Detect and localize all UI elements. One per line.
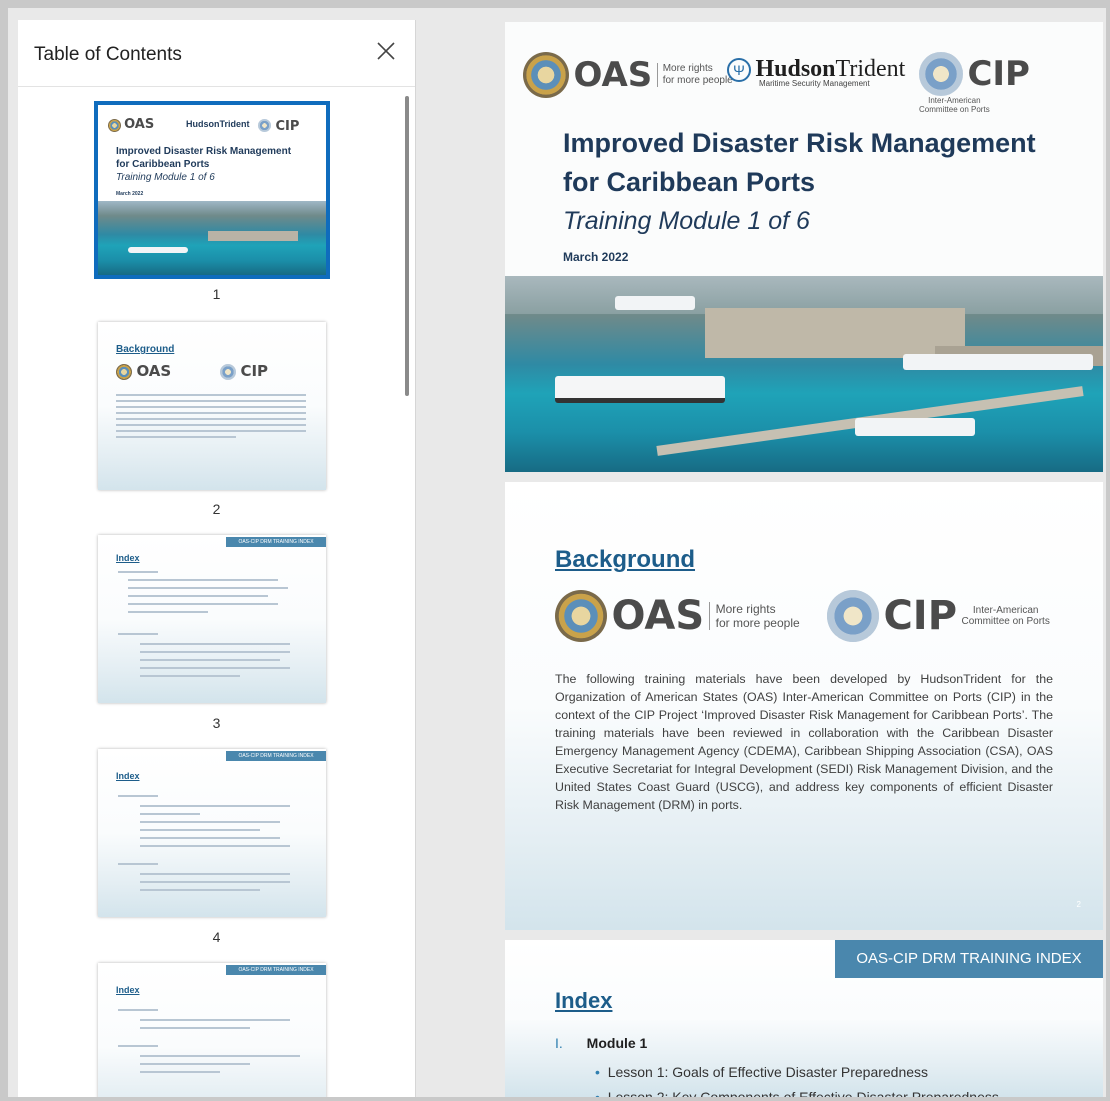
oas-seal-icon — [523, 52, 569, 98]
cip-seal-icon — [827, 590, 879, 642]
thumbnail-page-1[interactable]: OAS HudsonTrident CIP Improved Disaster … — [94, 101, 330, 279]
module-row: I. Module 1 — [555, 1035, 648, 1051]
cip-logo: CIP Inter-American Committee on Ports — [827, 590, 1050, 642]
background-paragraph: The following training materials have be… — [555, 672, 1053, 812]
trident-icon: Ψ — [727, 57, 751, 82]
toc-title: Table of Contents — [34, 44, 182, 65]
oas-tagline: More rights for more people — [708, 602, 800, 630]
table-of-contents-pane: Table of Contents OAS HudsonTrident CIP … — [18, 20, 416, 1097]
port-aerial-photo — [505, 276, 1103, 472]
thumb-hudson-logo: HudsonTrident — [186, 119, 250, 129]
oas-seal-icon — [108, 118, 121, 132]
cip-tagline: Inter-American Committee on Ports — [919, 96, 990, 114]
thumbnail-page-5[interactable]: OAS-CIP DRM TRAINING INDEX Index — [98, 963, 326, 1097]
document-page-1: OAS More rights for more people Ψ Hudson… — [505, 22, 1103, 472]
lesson-list: • Lesson 1: Goals of Effective Disaster … — [595, 1060, 999, 1097]
oas-logo: OAS More rights for more people — [555, 590, 800, 642]
index-heading: Index — [555, 988, 613, 1013]
thumbnail-page-number: 2 — [212, 501, 221, 517]
list-item: • Lesson 2: Key Components of Effective … — [595, 1089, 999, 1097]
thumbnail-page-3[interactable]: OAS-CIP DRM TRAINING INDEX Index — [98, 535, 326, 703]
thumb-banner: OAS-CIP DRM TRAINING INDEX — [226, 751, 326, 761]
thumbnail-page-2[interactable]: Background OAS CIP — [98, 322, 326, 490]
thumbnail-list[interactable]: OAS HudsonTrident CIP Improved Disaster … — [18, 87, 415, 1097]
thumbnail-page-number: 3 — [212, 715, 221, 731]
sidebar-scrollbar[interactable] — [405, 96, 409, 396]
oas-seal-icon — [555, 590, 607, 642]
thumb-heading: Index — [116, 985, 140, 995]
cover-title: Improved Disaster Risk Management for Ca… — [563, 128, 1036, 235]
thumb-banner: OAS-CIP DRM TRAINING INDEX — [226, 965, 326, 975]
document-page-3: OAS-CIP DRM TRAINING INDEX Index I. Modu… — [505, 940, 1103, 1097]
list-item: • Lesson 1: Goals of Effective Disaster … — [595, 1064, 929, 1080]
document-page-2: Background OAS More rights for more peop… — [505, 482, 1103, 930]
oas-logo-text: OAS — [124, 117, 155, 132]
cip-seal-icon — [258, 119, 271, 133]
thumb-heading: Index — [116, 553, 140, 563]
background-heading: Background — [555, 546, 696, 573]
toc-header: Table of Contents — [18, 20, 415, 87]
document-view[interactable]: OAS More rights for more people Ψ Hudson… — [416, 8, 1106, 1097]
close-icon[interactable] — [371, 36, 401, 66]
thumb-logo-row: OAS — [108, 117, 154, 132]
thumbnail-page-number: 4 — [212, 929, 221, 945]
page-number: 2 — [1076, 900, 1081, 909]
hudson-trident-logo: Ψ HudsonTrident Maritime Security Manage… — [727, 56, 905, 88]
cip-seal-icon — [919, 52, 963, 96]
thumbnail-page-4[interactable]: OAS-CIP DRM TRAINING INDEX Index — [98, 749, 326, 917]
training-index-banner: OAS-CIP DRM TRAINING INDEX — [835, 940, 1103, 978]
cip-logo: CIP Inter-American Committee on Ports — [919, 52, 1030, 114]
thumb-heading: Index — [116, 771, 140, 781]
thumb-port-photo — [98, 201, 326, 275]
oas-logo: OAS More rights for more people — [523, 52, 733, 98]
oas-tagline: More rights for more people — [656, 63, 733, 87]
thumb-logo-row: OAS — [116, 362, 171, 381]
cover-date: March 2022 — [563, 250, 629, 264]
thumb-title: Improved Disaster Risk Management for Ca… — [116, 146, 292, 197]
thumb-banner: OAS-CIP DRM TRAINING INDEX — [226, 537, 326, 547]
thumb-heading: Background — [116, 344, 175, 355]
thumb-cip-logo: CIP — [258, 117, 299, 135]
cip-tagline: Inter-American Committee on Ports — [961, 605, 1050, 627]
thumbnail-page-number: 1 — [212, 286, 221, 302]
